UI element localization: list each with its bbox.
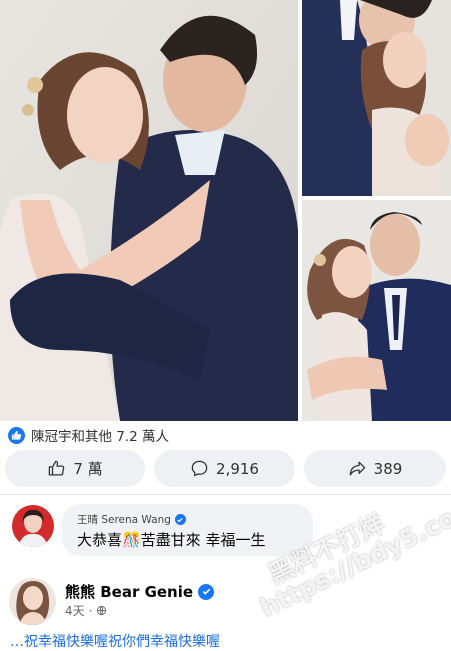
share-icon — [349, 461, 365, 476]
comment-text: 大恭喜🎊苦盡甘來 幸福一生 — [77, 531, 266, 549]
avatar[interactable] — [9, 578, 56, 625]
comment-time[interactable]: 4天 — [65, 602, 85, 619]
globe-icon — [97, 605, 107, 616]
main-photo[interactable] — [0, 0, 298, 421]
verified-badge-icon — [174, 514, 186, 525]
photo-bottom-right[interactable] — [302, 200, 451, 421]
like-count: 7 萬 — [73, 460, 103, 478]
reactions-text: 陳冠宇和其他 7.2 萬人 — [31, 429, 170, 445]
comment-text-partial: …祝幸福快樂喔祝你們幸福快樂喔 — [10, 634, 220, 650]
like-button[interactable]: 7 萬 — [5, 450, 145, 487]
comment-button[interactable]: 2,916 — [154, 450, 295, 487]
divider — [0, 494, 451, 495]
photo-top-right[interactable] — [302, 0, 451, 196]
thumbs-up-icon — [49, 460, 65, 476]
comment-author[interactable]: 熊熊 Bear Genie — [65, 581, 215, 602]
action-bar: 7 萬 2,916 389 — [0, 450, 451, 488]
comment-bubble: 王晴 Serena Wang 大恭喜🎊苦盡甘來 幸福一生 — [62, 504, 313, 556]
verified-badge-icon — [198, 583, 215, 600]
comment-meta: 4天 · — [65, 602, 107, 619]
avatar[interactable] — [12, 505, 54, 547]
comment-author-name[interactable]: 王晴 Serena Wang — [77, 512, 171, 527]
comment-author-name[interactable]: 熊熊 Bear Genie — [65, 581, 193, 602]
comment-count: 2,916 — [216, 459, 259, 478]
comment-icon — [191, 460, 208, 477]
reactions-summary[interactable]: 陳冠宇和其他 7.2 萬人 — [8, 425, 169, 445]
like-icon — [8, 426, 25, 444]
share-count: 389 — [373, 459, 403, 478]
comment-author[interactable]: 王晴 Serena Wang — [77, 512, 186, 527]
share-button[interactable]: 389 — [304, 450, 446, 487]
